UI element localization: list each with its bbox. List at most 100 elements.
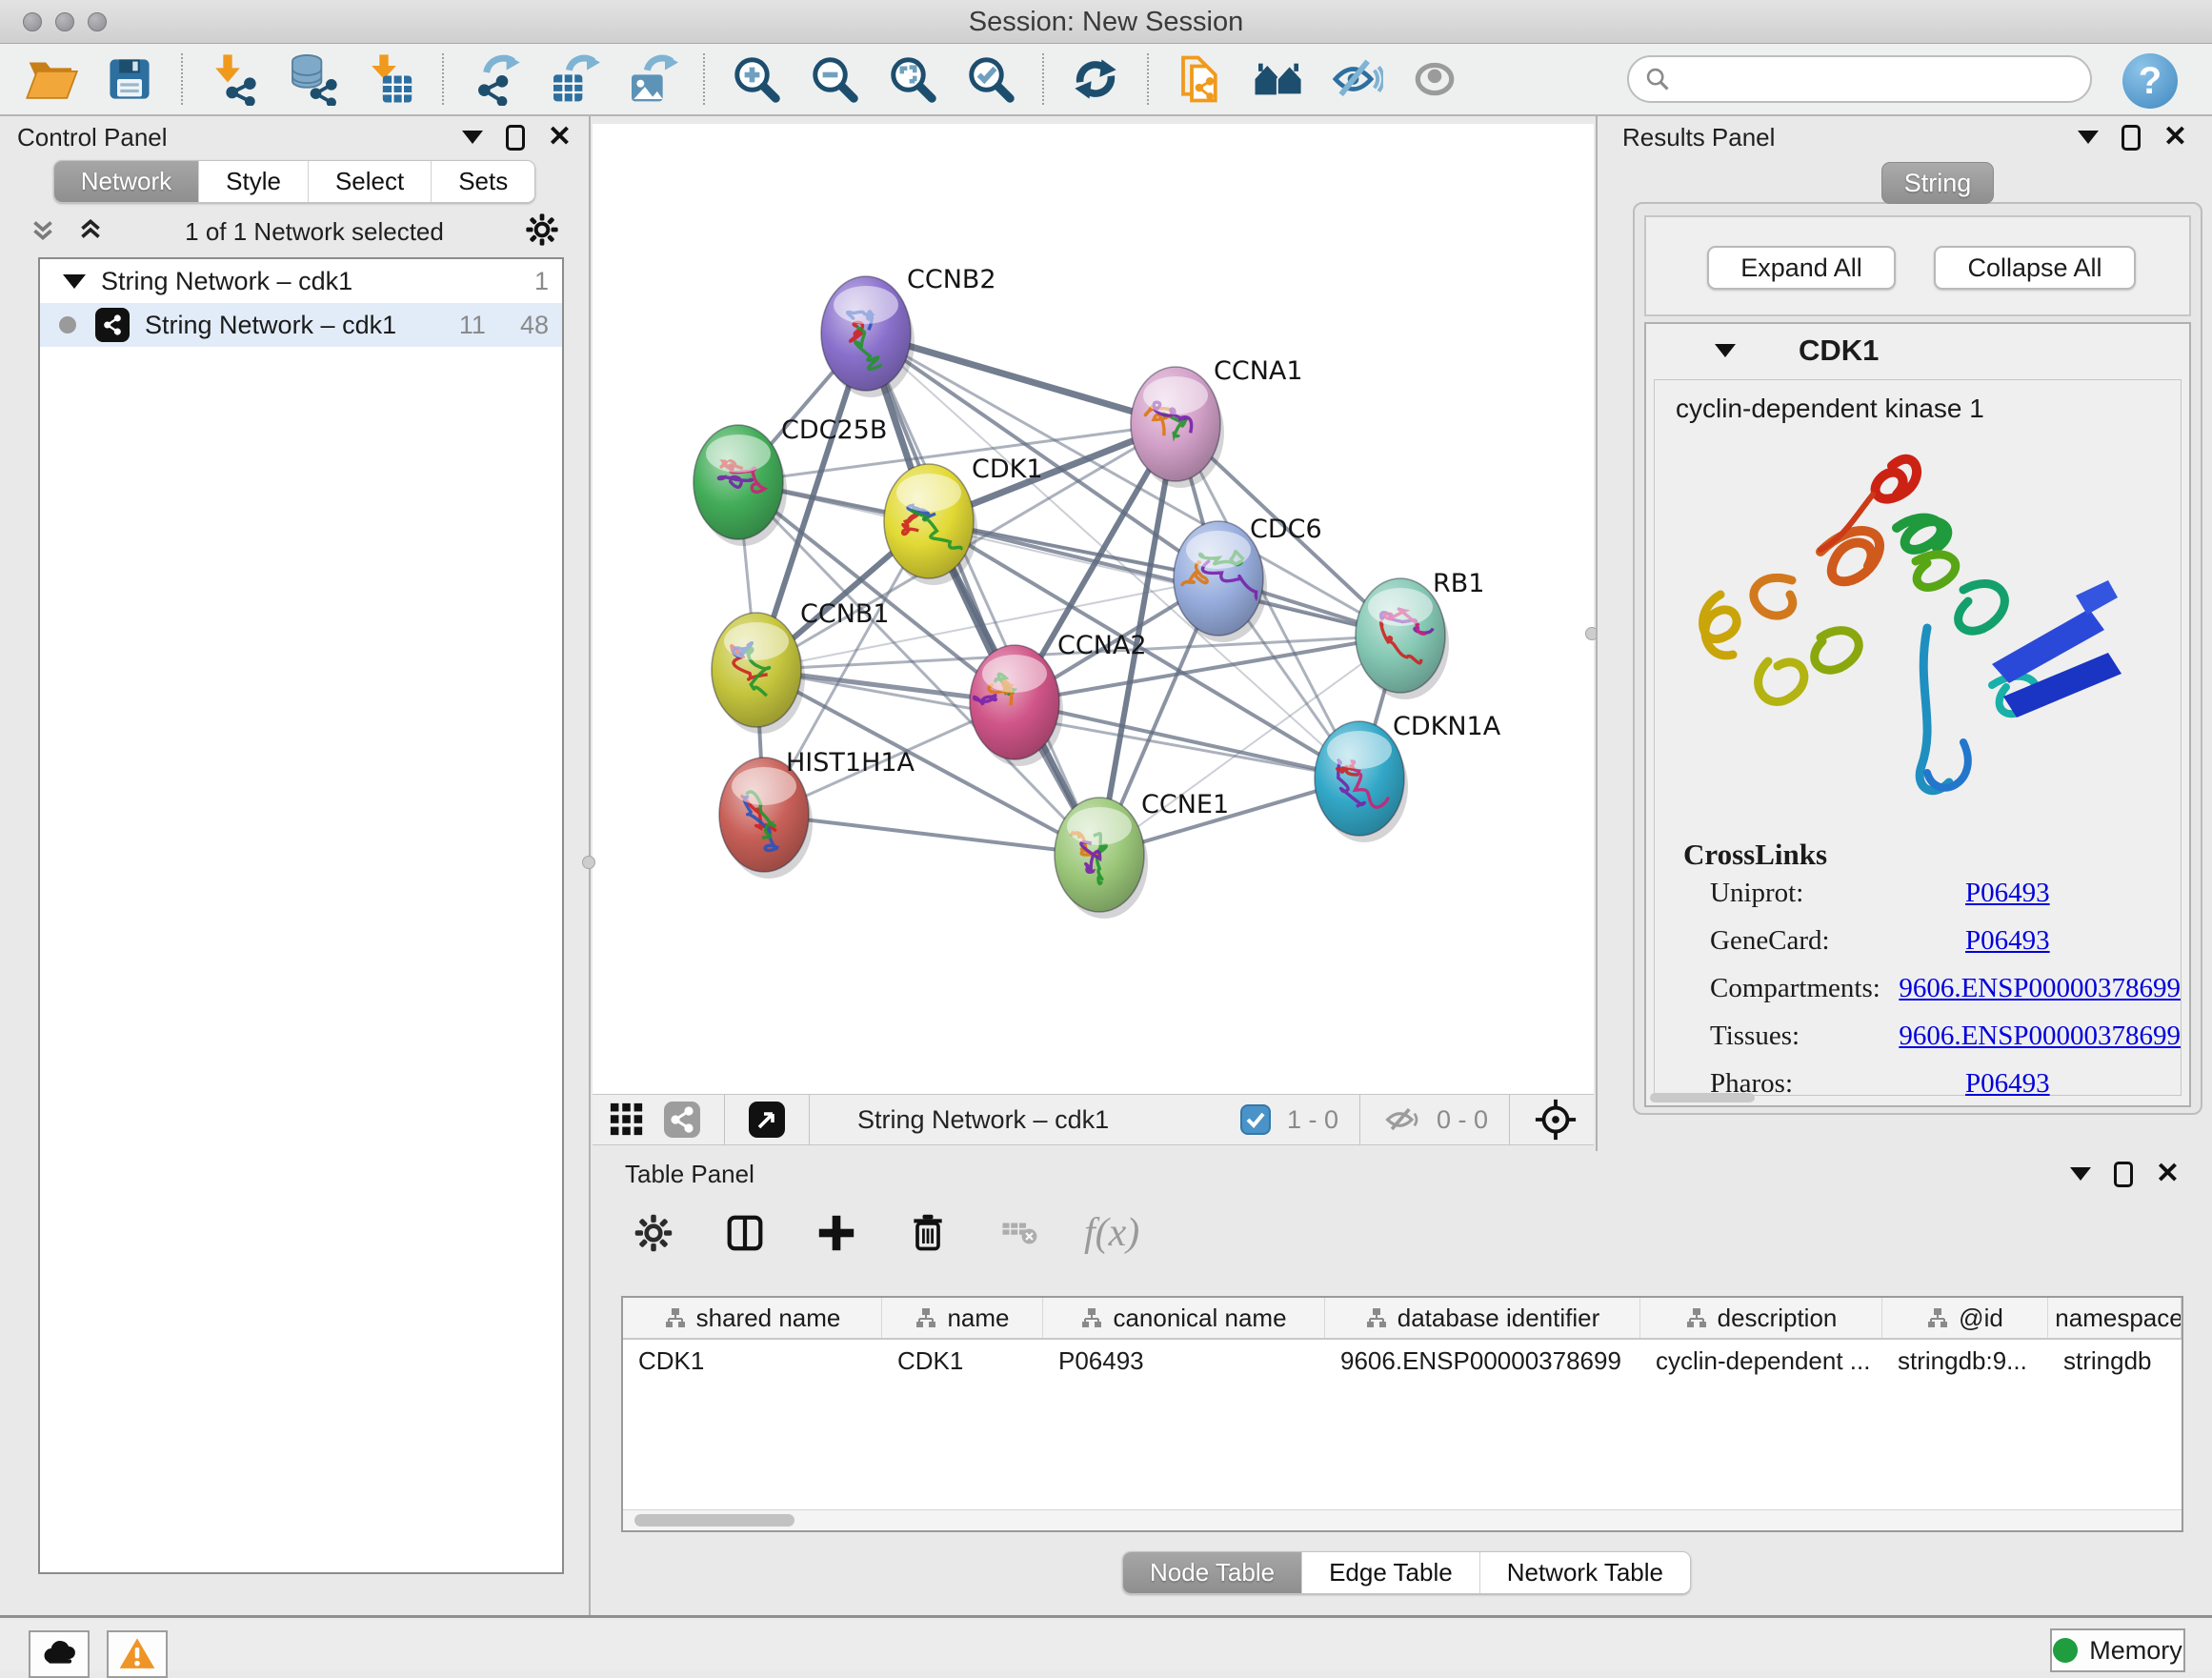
- refresh-icon[interactable]: [1069, 52, 1122, 106]
- network-edge[interactable]: [764, 815, 1099, 855]
- memory-button[interactable]: Memory: [2050, 1628, 2185, 1672]
- network-graph[interactable]: CCNB2CCNA1CDC25BCDK1CDC6RB1CCNB1CCNA2CDK…: [593, 124, 1594, 1094]
- panel-menu-icon[interactable]: [462, 131, 483, 144]
- column-header-canonical-name[interactable]: canonical name: [1043, 1298, 1325, 1338]
- home-icon[interactable]: [1252, 52, 1305, 106]
- crosslink-value-link[interactable]: 9606.ENSP00000378699: [1899, 973, 2181, 1004]
- import-table-file-icon[interactable]: [364, 52, 417, 106]
- table-cell[interactable]: stringdb:9...: [1882, 1340, 2048, 1382]
- tab-select[interactable]: Select: [308, 161, 431, 202]
- zoom-fit-icon[interactable]: [886, 52, 939, 106]
- tab-node-table[interactable]: Node Table: [1123, 1552, 1301, 1593]
- network-edge[interactable]: [1015, 702, 1359, 778]
- save-session-button[interactable]: [103, 52, 156, 106]
- share-view-icon[interactable]: [661, 1099, 703, 1141]
- table-cell[interactable]: stringdb: [2048, 1340, 2182, 1382]
- tab-style[interactable]: Style: [198, 161, 308, 202]
- panel-close-icon[interactable]: ✕: [548, 123, 572, 152]
- network-node-cdk1[interactable]: CDK1: [884, 455, 1043, 585]
- network-node-ccna1[interactable]: CCNA1: [1131, 356, 1303, 488]
- panel-float-icon[interactable]: [2122, 125, 2141, 151]
- network-row[interactable]: String Network – cdk1 11 48: [40, 303, 562, 347]
- expand-all-icon[interactable]: [76, 215, 105, 249]
- import-network-database-icon[interactable]: [286, 52, 339, 106]
- crosslink-value-link[interactable]: 9606.ENSP00000378699: [1899, 1021, 2181, 1052]
- hidden-eye-icon[interactable]: [1381, 1099, 1423, 1141]
- column-header-database-identifier[interactable]: database identifier: [1325, 1298, 1640, 1338]
- cloud-icon: [39, 1634, 79, 1674]
- search-input[interactable]: [1680, 65, 2075, 94]
- table-cell[interactable]: 9606.ENSP00000378699: [1325, 1340, 1640, 1382]
- delete-column-icon[interactable]: [901, 1206, 955, 1260]
- network-node-rb1[interactable]: RB1: [1356, 569, 1484, 699]
- tab-sets[interactable]: Sets: [431, 161, 534, 202]
- tab-string[interactable]: String: [1881, 162, 1994, 204]
- show-eye-icon[interactable]: [1408, 52, 1461, 106]
- column-header-name[interactable]: name: [882, 1298, 1043, 1338]
- crosslink-value-link[interactable]: P06493: [1965, 878, 2050, 909]
- scrollbar-thumb[interactable]: [634, 1514, 794, 1526]
- table-row[interactable]: CDK1CDK1P064939606.ENSP00000378699cyclin…: [623, 1340, 2182, 1382]
- column-header-namespace[interactable]: namespace: [2048, 1298, 2182, 1338]
- network-canvas[interactable]: CCNB2CCNA1CDC25BCDK1CDC6RB1CCNB1CCNA2CDK…: [593, 124, 1594, 1094]
- function-builder-icon[interactable]: f(x): [1084, 1210, 1139, 1256]
- table-cell[interactable]: CDK1: [882, 1340, 1043, 1382]
- column-header-shared-name[interactable]: shared name: [623, 1298, 882, 1338]
- open-session-button[interactable]: [25, 52, 78, 106]
- zoom-out-icon[interactable]: [808, 52, 861, 106]
- results-scrollbar-thumb[interactable]: [1650, 1093, 1755, 1102]
- table-cell[interactable]: CDK1: [623, 1340, 882, 1382]
- zoom-in-icon[interactable]: [730, 52, 783, 106]
- grid-view-icon[interactable]: [606, 1099, 648, 1141]
- export-network-icon[interactable]: [469, 52, 522, 106]
- crosslink-value-link[interactable]: P06493: [1965, 925, 2050, 957]
- import-network-file-icon[interactable]: [208, 52, 261, 106]
- network-node-hist1h1a[interactable]: HIST1H1A: [719, 748, 915, 879]
- zoom-selected-icon[interactable]: [964, 52, 1017, 106]
- collapse-all-icon[interactable]: [29, 215, 57, 249]
- network-options-gear-icon[interactable]: [524, 212, 560, 253]
- network-node-ccne1[interactable]: CCNE1: [1055, 790, 1229, 919]
- table-cell[interactable]: P06493: [1043, 1340, 1325, 1382]
- panel-close-icon[interactable]: ✕: [2163, 123, 2187, 152]
- panel-close-icon[interactable]: ✕: [2156, 1160, 2180, 1188]
- table-options-gear-icon[interactable]: [627, 1206, 680, 1260]
- window-title: Session: New Session: [0, 7, 2212, 38]
- tree-expand-icon[interactable]: [63, 274, 86, 289]
- panel-menu-icon[interactable]: [2070, 1167, 2091, 1181]
- tab-network-table[interactable]: Network Table: [1479, 1552, 1690, 1593]
- share-document-icon[interactable]: [1174, 52, 1227, 106]
- network-node-ccnb1[interactable]: CCNB1: [712, 599, 890, 734]
- column-header-@id[interactable]: @id: [1882, 1298, 2048, 1338]
- network-collection-row[interactable]: String Network – cdk1 1: [40, 259, 562, 303]
- hide-eye-icon[interactable]: [1330, 52, 1383, 106]
- search-field[interactable]: [1627, 55, 2092, 103]
- expand-all-button[interactable]: Expand All: [1707, 246, 1896, 290]
- selected-checkbox-icon[interactable]: [1237, 1102, 1274, 1138]
- export-image-icon[interactable]: [625, 52, 678, 106]
- export-table-icon[interactable]: [547, 52, 600, 106]
- add-column-icon[interactable]: [810, 1206, 863, 1260]
- section-collapse-icon[interactable]: [1715, 344, 1736, 357]
- left-splitter-handle[interactable]: [582, 856, 595, 869]
- show-columns-icon[interactable]: [718, 1206, 772, 1260]
- open-in-window-icon[interactable]: [746, 1099, 788, 1141]
- table-cell[interactable]: cyclin-dependent ...: [1640, 1340, 1882, 1382]
- network-edge[interactable]: [929, 521, 1400, 636]
- birds-eye-view-icon[interactable]: [1531, 1097, 1580, 1142]
- tab-network[interactable]: Network: [54, 161, 198, 202]
- help-button[interactable]: ?: [2122, 53, 2178, 109]
- column-header-description[interactable]: description: [1640, 1298, 1882, 1338]
- panel-float-icon[interactable]: [2114, 1162, 2133, 1187]
- table-horizontal-scrollbar[interactable]: [623, 1509, 2182, 1530]
- gene-header-row[interactable]: CDK1: [1646, 324, 2189, 377]
- delete-table-icon[interactable]: [993, 1206, 1046, 1260]
- collapse-all-button[interactable]: Collapse All: [1934, 246, 2136, 290]
- network-node-ccnb2[interactable]: CCNB2: [821, 265, 996, 397]
- crosslink-value-link[interactable]: P06493: [1965, 1068, 2050, 1100]
- panel-float-icon[interactable]: [506, 125, 525, 151]
- network-node-cdc25b[interactable]: CDC25B: [694, 415, 887, 546]
- panel-menu-icon[interactable]: [2078, 131, 2099, 144]
- network-node-cdkn1a[interactable]: CDKN1A: [1315, 712, 1501, 842]
- tab-edge-table[interactable]: Edge Table: [1301, 1552, 1479, 1593]
